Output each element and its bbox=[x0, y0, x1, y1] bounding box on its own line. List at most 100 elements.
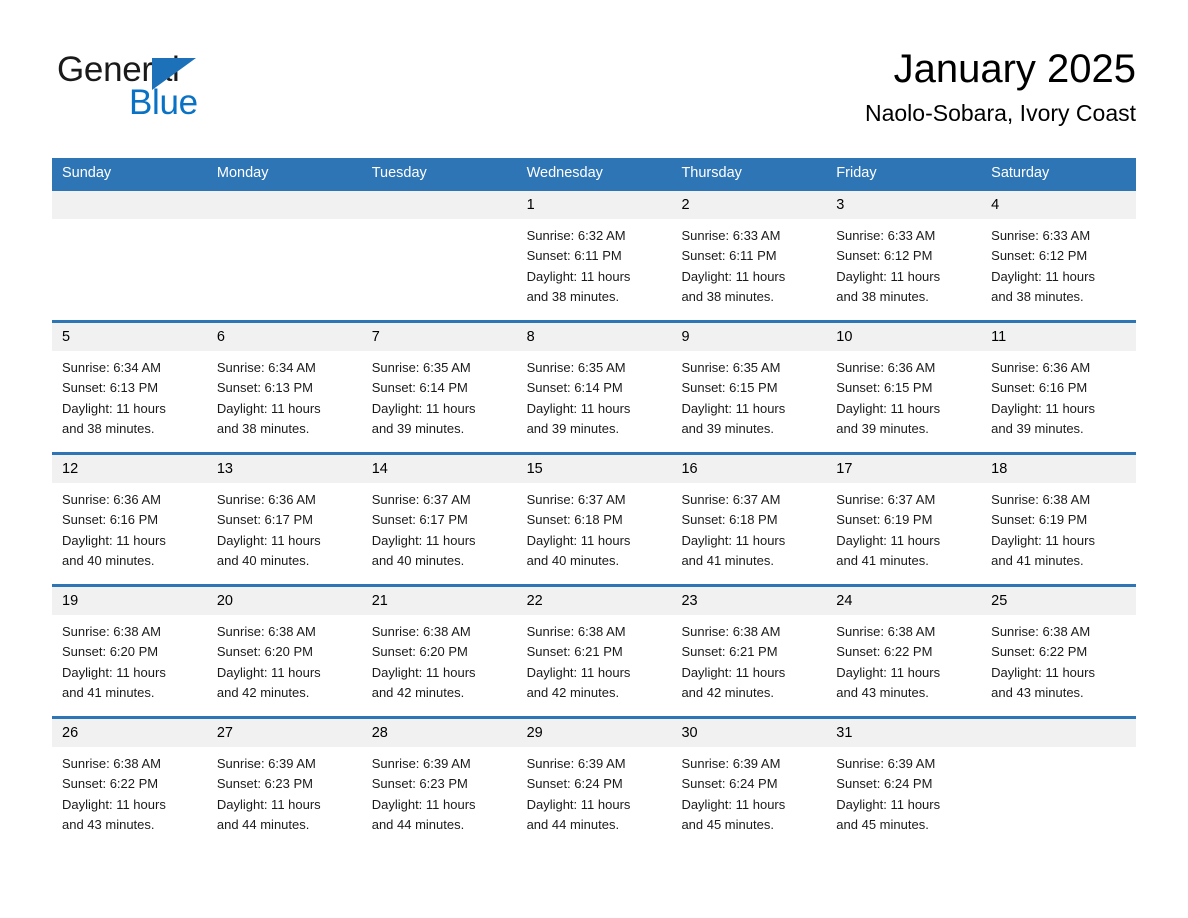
daylight-text-line1: Daylight: 11 hours bbox=[62, 400, 166, 416]
daylight-text-line1: Daylight: 11 hours bbox=[62, 664, 166, 680]
calendar-week-row: 1 Sunrise: 6:32 AM Sunset: 6:11 PM Daylight… bbox=[52, 188, 1137, 320]
sunrise-text: Sunrise: 6:35 AM bbox=[371, 360, 471, 375]
day-number: 23 bbox=[671, 587, 827, 615]
calendar-day-cell[interactable]: 16 Sunrise: 6:37 AM Sunset: 6:18 PM Dayligh… bbox=[671, 455, 827, 584]
calendar-day-cell[interactable]: 28 Sunrise: 6:39 AM Sunset: 6:23 PM Dayligh… bbox=[361, 719, 517, 848]
daylight-text-line2: and 41 minutes. bbox=[991, 552, 1084, 568]
weekday-header-tuesday: Tuesday bbox=[371, 165, 427, 181]
daylight-text-line1: Daylight: 11 hours bbox=[526, 796, 631, 812]
sunrise-text: Sunrise: 6:37 AM bbox=[371, 492, 471, 507]
daylight-text-line1: Daylight: 11 hours bbox=[371, 796, 476, 812]
daylight-text-line2: and 40 minutes. bbox=[62, 552, 155, 568]
calendar-day-cell[interactable]: 15 Sunrise: 6:37 AM Sunset: 6:18 PM Dayligh… bbox=[516, 455, 672, 584]
calendar-day-cell[interactable]: 2 Sunrise: 6:33 AM Sunset: 6:11 PM Daylight… bbox=[671, 191, 827, 320]
calendar-day-cell[interactable]: 14 Sunrise: 6:37 AM Sunset: 6:17 PM Dayligh… bbox=[361, 455, 517, 584]
day-details: Sunrise: 6:37 AM Sunset: 6:17 PM Daylight:… bbox=[362, 483, 517, 571]
sunrise-text: Sunrise: 6:38 AM bbox=[62, 756, 161, 771]
sunset-text: Sunset: 6:24 PM bbox=[836, 776, 933, 792]
daylight-text-line2: and 40 minutes. bbox=[526, 552, 620, 568]
calendar-day-cell[interactable]: 1 Sunrise: 6:32 AM Sunset: 6:11 PM Daylight… bbox=[516, 191, 672, 320]
calendar-day-cell[interactable]: 20 Sunrise: 6:38 AM Sunset: 6:20 PM Dayligh… bbox=[206, 587, 362, 716]
calendar-day-cell[interactable]: 9 Sunrise: 6:35 AM Sunset: 6:15 PM Daylight… bbox=[671, 323, 827, 452]
day-number bbox=[52, 191, 207, 219]
calendar-day-cell[interactable]: 29 Sunrise: 6:39 AM Sunset: 6:24 PM Dayligh… bbox=[516, 719, 672, 848]
daylight-text-line1: Daylight: 11 hours bbox=[836, 532, 941, 548]
day-number: 13 bbox=[206, 455, 362, 483]
calendar-day-cell[interactable]: 5 Sunrise: 6:34 AM Sunset: 6:13 PM Daylight… bbox=[52, 323, 207, 452]
sunset-text: Sunset: 6:12 PM bbox=[836, 248, 933, 264]
sunrise-text: Sunrise: 6:37 AM bbox=[526, 492, 626, 507]
sunrise-text: Sunrise: 6:39 AM bbox=[526, 756, 626, 771]
day-number: 25 bbox=[981, 587, 1137, 615]
calendar-day-cell[interactable]: 24 Sunrise: 6:38 AM Sunset: 6:22 PM Dayligh… bbox=[826, 587, 982, 716]
calendar-weeks: 1 Sunrise: 6:32 AM Sunset: 6:11 PM Daylight… bbox=[52, 188, 1137, 848]
sunrise-text: Sunrise: 6:33 AM bbox=[836, 228, 936, 243]
day-details: Sunrise: 6:39 AM Sunset: 6:23 PM Daylight:… bbox=[207, 747, 362, 835]
calendar-day-cell[interactable]: 31 Sunrise: 6:39 AM Sunset: 6:24 PM Dayligh… bbox=[826, 719, 982, 848]
title-block: January 2025 Naolo-Sobara, Ivory Coast bbox=[865, 46, 1136, 126]
sunrise-text: Sunrise: 6:36 AM bbox=[836, 360, 936, 375]
calendar-day-cell[interactable]: 27 Sunrise: 6:39 AM Sunset: 6:23 PM Dayligh… bbox=[206, 719, 362, 848]
calendar-day-cell[interactable]: 21 Sunrise: 6:38 AM Sunset: 6:20 PM Dayligh… bbox=[361, 587, 517, 716]
day-number: 29 bbox=[516, 719, 672, 747]
day-number bbox=[206, 191, 362, 219]
calendar-week-row: 26 Sunrise: 6:38 AM Sunset: 6:22 PM Dayligh… bbox=[52, 716, 1137, 848]
calendar-day-cell[interactable]: 26 Sunrise: 6:38 AM Sunset: 6:22 PM Dayligh… bbox=[52, 719, 207, 848]
sunrise-text: Sunrise: 6:38 AM bbox=[836, 624, 936, 639]
calendar-day-cell[interactable]: 17 Sunrise: 6:37 AM Sunset: 6:19 PM Dayligh… bbox=[826, 455, 982, 584]
day-details: Sunrise: 6:34 AM Sunset: 6:13 PM Daylight:… bbox=[52, 351, 207, 439]
calendar-day-cell[interactable]: 11 Sunrise: 6:36 AM Sunset: 6:16 PM Dayligh… bbox=[981, 323, 1137, 452]
location-subtitle: Naolo-Sobara, Ivory Coast bbox=[864, 100, 1136, 126]
day-details: Sunrise: 6:37 AM Sunset: 6:18 PM Daylight:… bbox=[671, 483, 826, 571]
daylight-text-line2: and 39 minutes. bbox=[991, 420, 1084, 436]
calendar-day-cell[interactable]: 30 Sunrise: 6:39 AM Sunset: 6:24 PM Dayligh… bbox=[671, 719, 827, 848]
daylight-text-line1: Daylight: 11 hours bbox=[216, 796, 321, 812]
daylight-text-line2: and 45 minutes. bbox=[681, 816, 774, 832]
sunrise-text: Sunrise: 6:39 AM bbox=[216, 756, 316, 771]
calendar-day-cell[interactable]: 13 Sunrise: 6:36 AM Sunset: 6:17 PM Dayligh… bbox=[206, 455, 362, 584]
day-details: Sunrise: 6:32 AM Sunset: 6:11 PM Daylight:… bbox=[517, 219, 672, 307]
sunset-text: Sunset: 6:22 PM bbox=[62, 776, 159, 792]
day-details: Sunrise: 6:38 AM Sunset: 6:21 PM Daylight:… bbox=[671, 615, 826, 703]
sunset-text: Sunset: 6:23 PM bbox=[216, 776, 313, 792]
sunset-text: Sunset: 6:24 PM bbox=[526, 776, 623, 792]
calendar-day-cell[interactable]: 6 Sunrise: 6:34 AM Sunset: 6:13 PM Daylight… bbox=[206, 323, 362, 452]
day-details: Sunrise: 6:33 AM Sunset: 6:12 PM Daylight:… bbox=[981, 219, 1136, 307]
calendar-day-cell[interactable]: 18 Sunrise: 6:38 AM Sunset: 6:19 PM Dayligh… bbox=[981, 455, 1137, 584]
calendar-day-cell[interactable]: 19 Sunrise: 6:38 AM Sunset: 6:20 PM Dayligh… bbox=[52, 587, 207, 716]
sunrise-text: Sunrise: 6:36 AM bbox=[991, 360, 1091, 375]
daylight-text-line2: and 41 minutes. bbox=[681, 552, 774, 568]
sunrise-text: Sunrise: 6:39 AM bbox=[681, 756, 781, 771]
daylight-text-line2: and 42 minutes. bbox=[681, 684, 774, 700]
day-details: Sunrise: 6:36 AM Sunset: 6:16 PM Daylight:… bbox=[981, 351, 1136, 439]
general-blue-logo[interactable]: General Blue bbox=[57, 52, 257, 122]
weekday-header-saturday: Saturday bbox=[991, 165, 1050, 181]
calendar-day-cell[interactable]: 22 Sunrise: 6:38 AM Sunset: 6:21 PM Dayligh… bbox=[516, 587, 672, 716]
day-number: 24 bbox=[826, 587, 982, 615]
sunrise-text: Sunrise: 6:35 AM bbox=[526, 360, 626, 375]
day-number: 5 bbox=[52, 323, 207, 351]
sunset-text: Sunset: 6:16 PM bbox=[991, 380, 1088, 396]
calendar-day-cell[interactable]: 23 Sunrise: 6:38 AM Sunset: 6:21 PM Dayligh… bbox=[671, 587, 827, 716]
calendar-day-cell[interactable]: 8 Sunrise: 6:35 AM Sunset: 6:14 PM Daylight… bbox=[516, 323, 672, 452]
calendar-day-cell[interactable]: 10 Sunrise: 6:36 AM Sunset: 6:15 PM Dayligh… bbox=[826, 323, 982, 452]
calendar-day-cell-empty bbox=[206, 191, 362, 320]
daylight-text-line1: Daylight: 11 hours bbox=[526, 532, 631, 548]
calendar-day-cell[interactable]: 7 Sunrise: 6:35 AM Sunset: 6:14 PM Daylight… bbox=[361, 323, 517, 452]
calendar-day-cell-empty bbox=[52, 191, 207, 320]
logo-text-blue: Blue bbox=[129, 83, 198, 122]
daylight-text-line2: and 42 minutes. bbox=[216, 684, 310, 700]
calendar-day-cell[interactable]: 4 Sunrise: 6:33 AM Sunset: 6:12 PM Daylight… bbox=[981, 191, 1137, 320]
day-details: Sunrise: 6:35 AM Sunset: 6:14 PM Daylight:… bbox=[362, 351, 517, 439]
daylight-text-line2: and 41 minutes. bbox=[836, 552, 929, 568]
sunset-text: Sunset: 6:24 PM bbox=[681, 776, 778, 792]
calendar-table: Sunday Monday Tuesday Wednesday Thursday… bbox=[52, 158, 1137, 848]
calendar-day-cell[interactable]: 3 Sunrise: 6:33 AM Sunset: 6:12 PM Daylight… bbox=[826, 191, 982, 320]
daylight-text-line1: Daylight: 11 hours bbox=[216, 532, 321, 548]
calendar-day-cell[interactable]: 12 Sunrise: 6:36 AM Sunset: 6:16 PM Dayligh… bbox=[52, 455, 207, 584]
day-number: 10 bbox=[826, 323, 982, 351]
calendar-day-cell[interactable]: 25 Sunrise: 6:38 AM Sunset: 6:22 PM Dayligh… bbox=[981, 587, 1137, 716]
sunrise-text: Sunrise: 6:35 AM bbox=[681, 360, 781, 375]
daylight-text-line2: and 38 minutes. bbox=[836, 288, 929, 304]
sunset-text: Sunset: 6:18 PM bbox=[681, 512, 778, 528]
